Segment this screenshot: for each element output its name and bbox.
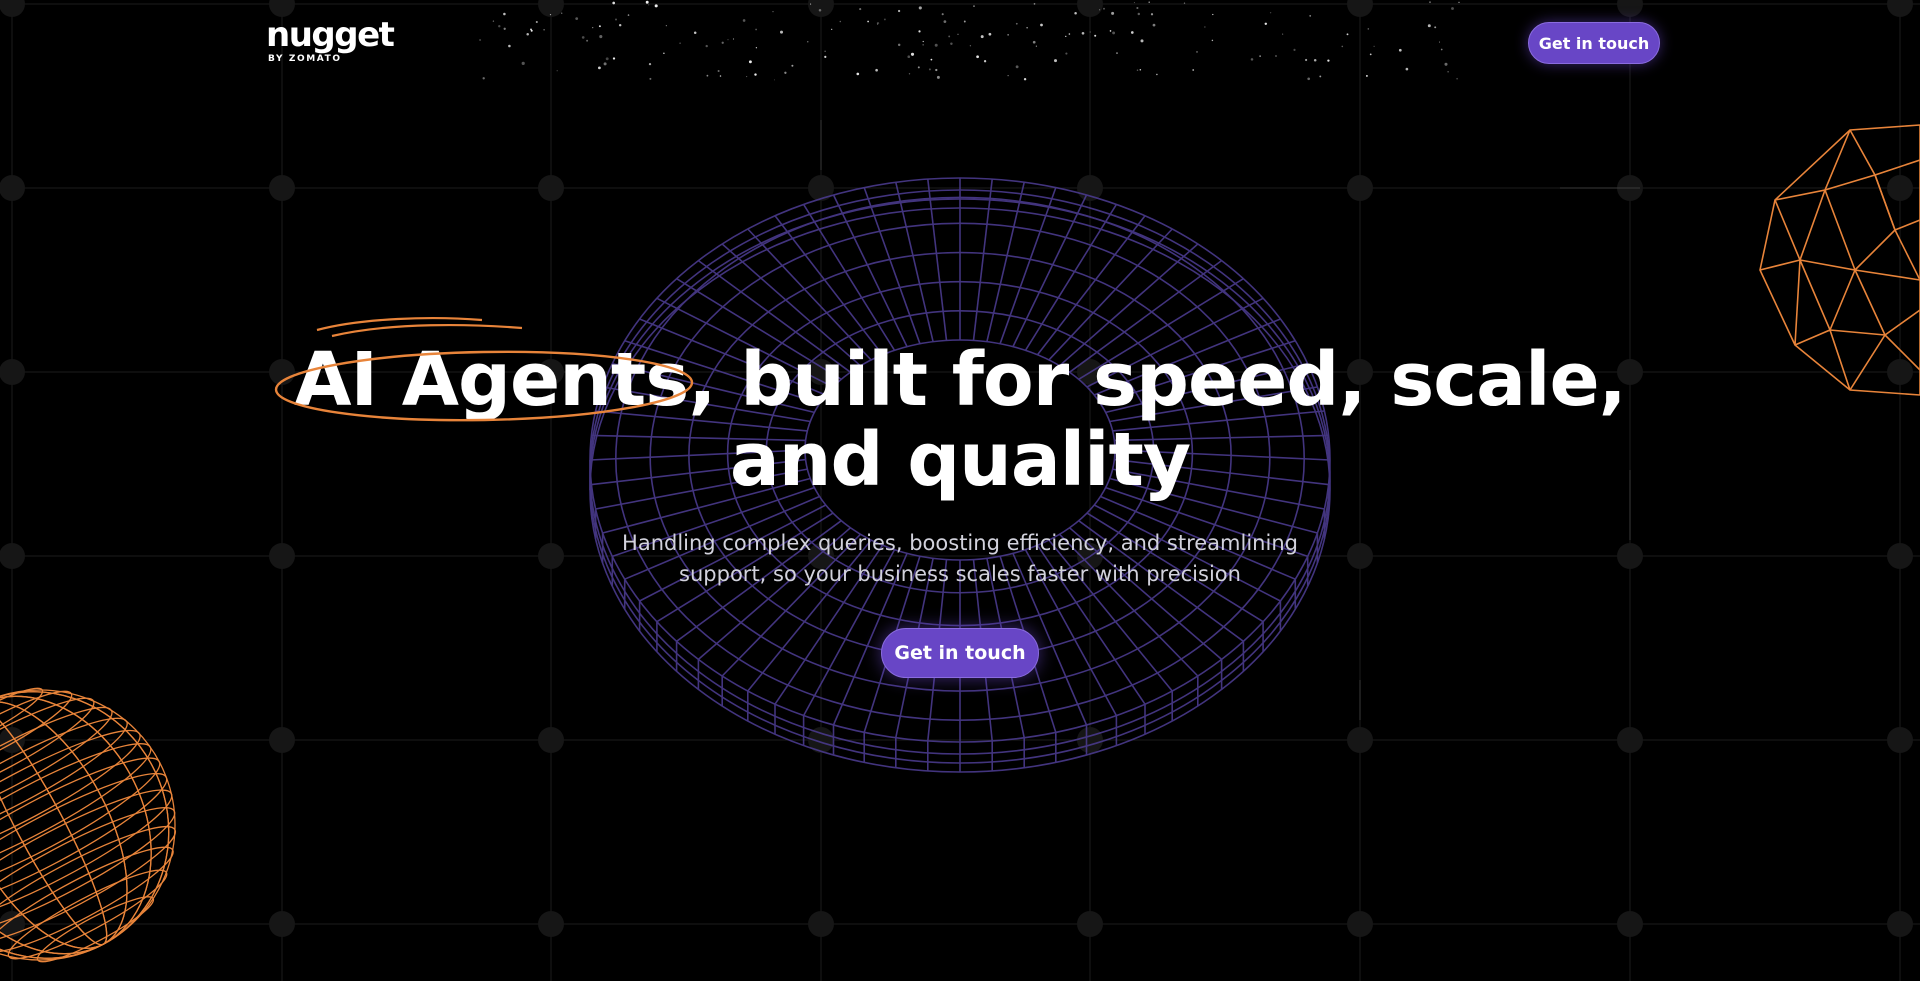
brand-name: nugget [266,15,395,55]
brand-byline: BY ZOMATO [268,54,342,64]
globe-wireframe-icon [0,687,177,963]
hero-subheading: Handling complex queries, boosting effic… [622,531,1298,586]
nav-get-in-touch-button[interactable]: Get in touch [1528,22,1660,64]
hero-get-in-touch-button[interactable]: Get in touch [881,628,1039,678]
brand-logo[interactable]: nugget BY ZOMATO [266,15,395,64]
headline-line2-text: and quality [729,417,1191,503]
hero-section: AI Agents , built for speed, scale, and … [0,317,1920,678]
headline-rest-text: , built for speed, scale, [688,337,1626,423]
hero-headline: AI Agents , built for speed, scale, and … [0,317,1920,503]
headline-highlight-text: AI Agents [294,337,689,423]
navbar: nugget BY ZOMATO Get in touch [0,0,1920,90]
headline-highlight: AI Agents [275,317,694,423]
